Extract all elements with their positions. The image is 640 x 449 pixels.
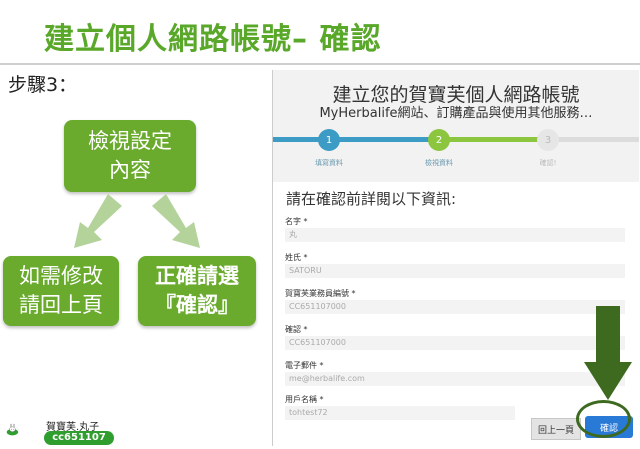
progress-step-2-label: 檢視資料 [425,159,453,167]
last-name-value: SATORU [285,264,625,278]
username-value: tohtest72 [285,406,515,420]
first-name-value: 丸 [285,228,625,242]
fix-box: 如需修改 請回上頁 [3,256,119,326]
progress-step-3: 3 [537,129,559,151]
logo-badge: cc651107 [44,431,114,445]
review-box-text: 檢視設定 內容 [88,129,172,182]
confirm-box-text: 正確請選 『確認』 [155,264,239,317]
progress-line-done [273,137,433,142]
highlight-ring [576,400,631,438]
member-id-value: CC651107000 [285,300,625,314]
review-box: 檢視設定 內容 [64,120,196,192]
back-button[interactable]: 回上一頁 [531,418,581,440]
confirm-box: 正確請選 『確認』 [138,256,256,326]
email-label: 電子郵件 * [285,361,324,370]
email-value: me@herbalife.com [285,372,625,386]
progress-step-2-number: 2 [435,134,443,146]
member-id-label: 賀寶芙業務員編號 * [285,289,356,298]
bunny-logo-icon [6,423,19,436]
first-name-label: 名字 * [285,217,308,226]
progress-step-3-label: 確認! [539,159,557,167]
progress-step-2: 2 [428,129,450,151]
arrow-down-right-icon [152,194,200,248]
form-title: 請在確認前詳閱以下資訊: [286,190,457,208]
member-id-confirm-label: 確認 * [285,325,308,334]
slide-title: 建立個人網路帳號– 確認 [44,22,382,57]
title-divider [0,63,640,65]
progress-step-1-number: 1 [325,134,333,146]
screenshot-header: 建立您的賀寶芙個人網路帳號 MyHerbalife網站、訂購產品與使用其他服務…… [273,70,639,182]
last-name-label: 姓氏 * [285,253,308,262]
arrow-down-left-icon [74,194,122,248]
member-id-confirm-value: CC651107000 [285,336,625,350]
step-label: 步驟3： [8,74,78,96]
username-label: 用戶名稱 * [285,395,324,404]
fix-box-text: 如需修改 請回上頁 [19,264,103,317]
big-down-arrow-icon [584,306,632,400]
screenshot-subtitle: MyHerbalife網站、訂購產品與使用其他服務… [319,106,593,121]
progress-step-1: 1 [318,129,340,151]
progress-step-3-number: 3 [544,134,552,146]
progress-step-1-label: 填寫資料 [315,159,343,167]
